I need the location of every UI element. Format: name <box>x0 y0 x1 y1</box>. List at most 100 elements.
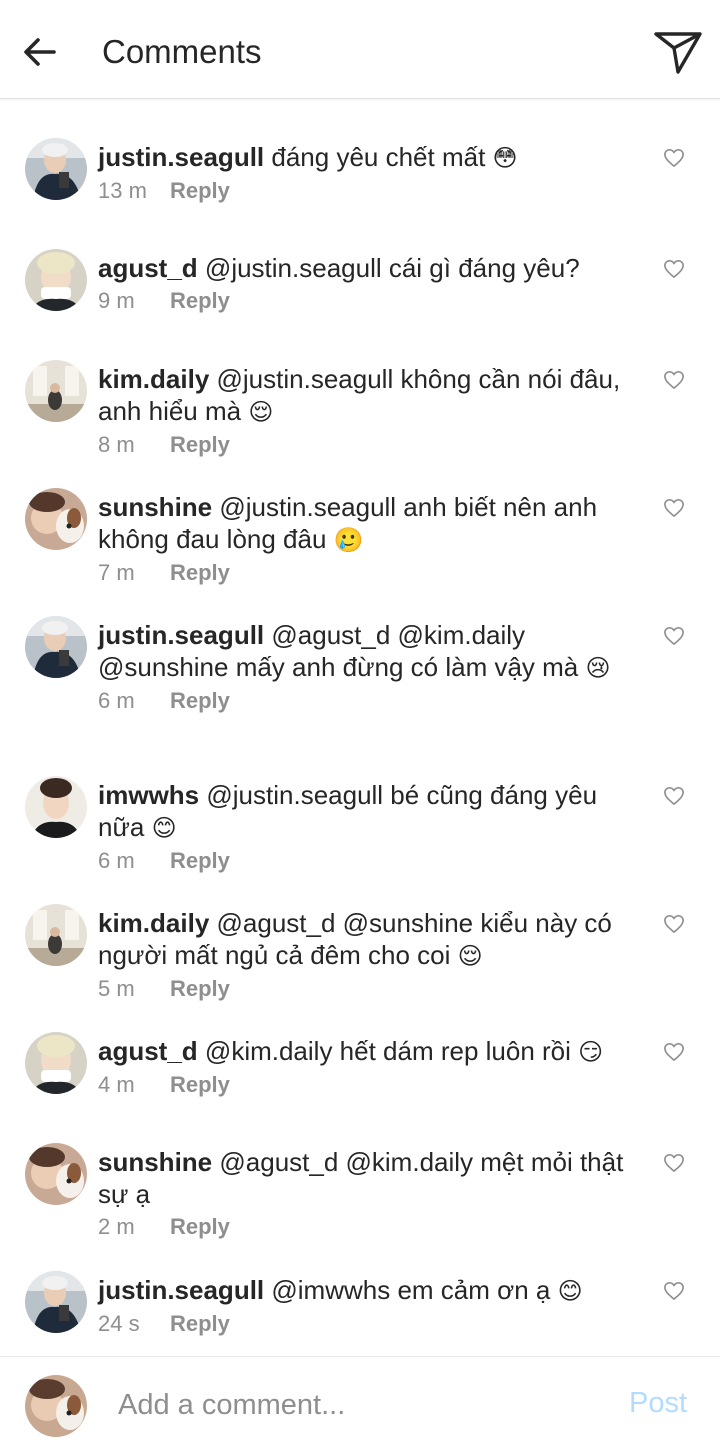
reply-button[interactable]: Reply <box>170 1070 230 1100</box>
comment-text: kim.daily @agust_d @sunshine kiểu này có… <box>98 907 628 972</box>
comment-text: agust_d @kim.daily hết dám rep luôn rồi … <box>98 1035 628 1068</box>
reply-button[interactable]: Reply <box>170 1309 230 1339</box>
emoji-icon: 😊 <box>151 814 177 842</box>
comment-meta: 4 m Reply <box>98 1070 628 1100</box>
avatar[interactable] <box>25 488 87 550</box>
comment-time: 4 m <box>98 1072 135 1097</box>
heart-icon[interactable] <box>663 626 685 646</box>
avatar[interactable] <box>25 249 87 311</box>
comment-time: 6 m <box>98 848 135 873</box>
comment-username[interactable]: justin.seagull <box>98 142 264 172</box>
comment-username[interactable]: kim.daily <box>98 364 209 394</box>
comment-item: agust_d @kim.daily hết dám rep luôn rồi … <box>0 1032 720 1143</box>
emoji-icon: 😢 <box>585 654 611 682</box>
comment-text: sunshine @justin.seagull anh biết nên an… <box>98 491 628 556</box>
comment-body: sunshine @justin.seagull anh biết nên an… <box>98 491 628 588</box>
comment-input[interactable] <box>118 1383 598 1427</box>
comment-time: 8 m <box>98 432 135 457</box>
avatar[interactable] <box>25 904 87 966</box>
comment-text: kim.daily @justin.seagull không cần nói … <box>98 363 628 428</box>
avatar[interactable] <box>25 1271 87 1333</box>
comment-time: 5 m <box>98 976 135 1001</box>
heart-icon[interactable] <box>663 498 685 518</box>
comment-username[interactable]: sunshine <box>98 492 212 522</box>
comment-item: sunshine @justin.seagull anh biết nên an… <box>0 488 720 616</box>
comment-text: justin.seagull @agust_d @kim.daily @suns… <box>98 619 628 684</box>
heart-icon[interactable] <box>663 914 685 934</box>
heart-icon[interactable] <box>663 1153 685 1173</box>
heart-icon[interactable] <box>663 1281 685 1301</box>
comment-meta: 8 m Reply <box>98 430 628 460</box>
comment-composer: Post <box>0 1356 720 1445</box>
comment-body: justin.seagull @imwwhs em cảm ơn ạ 😊 24 s… <box>98 1274 628 1339</box>
comment-text: justin.seagull đáng yêu chết mất 😳 <box>98 141 628 174</box>
comment-time: 13 m <box>98 178 147 203</box>
comment-body: justin.seagull @agust_d @kim.daily @suns… <box>98 619 628 716</box>
heart-icon[interactable] <box>663 148 685 168</box>
reply-button[interactable]: Reply <box>170 176 230 206</box>
avatar[interactable] <box>25 1143 87 1205</box>
comment-item: justin.seagull @imwwhs em cảm ơn ạ 😊 24 s… <box>0 1271 720 1351</box>
comment-username[interactable]: imwwhs <box>98 780 199 810</box>
heart-icon[interactable] <box>663 786 685 806</box>
comment-username[interactable]: agust_d <box>98 253 198 283</box>
avatar[interactable] <box>25 616 87 678</box>
comment-meta: 13 m Reply <box>98 176 628 206</box>
page-title: Comments <box>102 33 262 70</box>
comment-text: agust_d @justin.seagull cái gì đáng yêu? <box>98 252 628 284</box>
emoji-icon: 😌 <box>457 942 483 970</box>
comment-text: imwwhs @justin.seagull bé cũng đáng yêu … <box>98 779 628 844</box>
comment-meta: 9 m Reply <box>98 286 628 316</box>
comment-meta: 24 s Reply <box>98 1309 628 1339</box>
comment-meta: 5 m Reply <box>98 974 628 1004</box>
reply-button[interactable]: Reply <box>170 846 230 876</box>
post-button[interactable]: Post <box>629 1387 687 1420</box>
avatar[interactable] <box>25 360 87 422</box>
comment-username[interactable]: justin.seagull <box>98 1275 264 1305</box>
emoji-icon: 😏 <box>578 1038 604 1066</box>
reply-button[interactable]: Reply <box>170 686 230 716</box>
emoji-icon: 🥲 <box>333 526 364 554</box>
reply-button[interactable]: Reply <box>170 558 230 588</box>
heart-icon[interactable] <box>663 1042 685 1062</box>
comment-message: @imwwhs em cảm ơn ạ <box>271 1275 551 1305</box>
reply-button[interactable]: Reply <box>170 430 230 460</box>
comment-message: @justin.seagull cái gì đáng yêu? <box>204 253 580 283</box>
comment-body: imwwhs @justin.seagull bé cũng đáng yêu … <box>98 779 628 876</box>
comment-item: sunshine @agust_d @kim.daily mệt mỏi thậ… <box>0 1143 720 1271</box>
reply-button[interactable]: Reply <box>170 1212 230 1242</box>
heart-icon[interactable] <box>663 370 685 390</box>
emoji-icon: 😳 <box>492 144 518 172</box>
comment-item: agust_d @justin.seagull cái gì đáng yêu?… <box>0 249 720 360</box>
comment-item: kim.daily @agust_d @sunshine kiểu này có… <box>0 904 720 1032</box>
comment-body: sunshine @agust_d @kim.daily mệt mỏi thậ… <box>98 1146 628 1242</box>
emoji-icon: 😊 <box>557 1277 583 1305</box>
comment-username[interactable]: justin.seagull <box>98 620 264 650</box>
paper-plane-icon[interactable] <box>652 28 704 76</box>
comment-item: kim.daily @justin.seagull không cần nói … <box>0 360 720 488</box>
avatar[interactable] <box>25 1375 87 1437</box>
comment-message: đáng yêu chết mất <box>271 142 486 172</box>
comment-username[interactable]: kim.daily <box>98 908 209 938</box>
comment-time: 2 m <box>98 1214 135 1239</box>
comment-username[interactable]: agust_d <box>98 1036 198 1066</box>
comment-meta: 6 m Reply <box>98 846 628 876</box>
comment-item: justin.seagull đáng yêu chết mất 😳 13 m Re… <box>0 138 720 249</box>
comment-username[interactable]: sunshine <box>98 1147 212 1177</box>
comment-time: 7 m <box>98 560 135 585</box>
comment-body: justin.seagull đáng yêu chết mất 😳 13 m Re… <box>98 141 628 206</box>
reply-button[interactable]: Reply <box>170 286 230 316</box>
comment-body: agust_d @justin.seagull cái gì đáng yêu?… <box>98 252 628 316</box>
avatar[interactable] <box>25 776 87 838</box>
arrow-left-icon[interactable] <box>18 30 62 74</box>
comment-meta: 7 m Reply <box>98 558 628 588</box>
avatar[interactable] <box>25 138 87 200</box>
comment-meta: 2 m Reply <box>98 1212 628 1242</box>
avatar[interactable] <box>25 1032 87 1094</box>
comment-time: 6 m <box>98 688 135 713</box>
heart-icon[interactable] <box>663 259 685 279</box>
comment-body: kim.daily @agust_d @sunshine kiểu này có… <box>98 907 628 1004</box>
reply-button[interactable]: Reply <box>170 974 230 1004</box>
comment-meta: 6 m Reply <box>98 686 628 716</box>
comment-item: justin.seagull @agust_d @kim.daily @suns… <box>0 616 720 776</box>
